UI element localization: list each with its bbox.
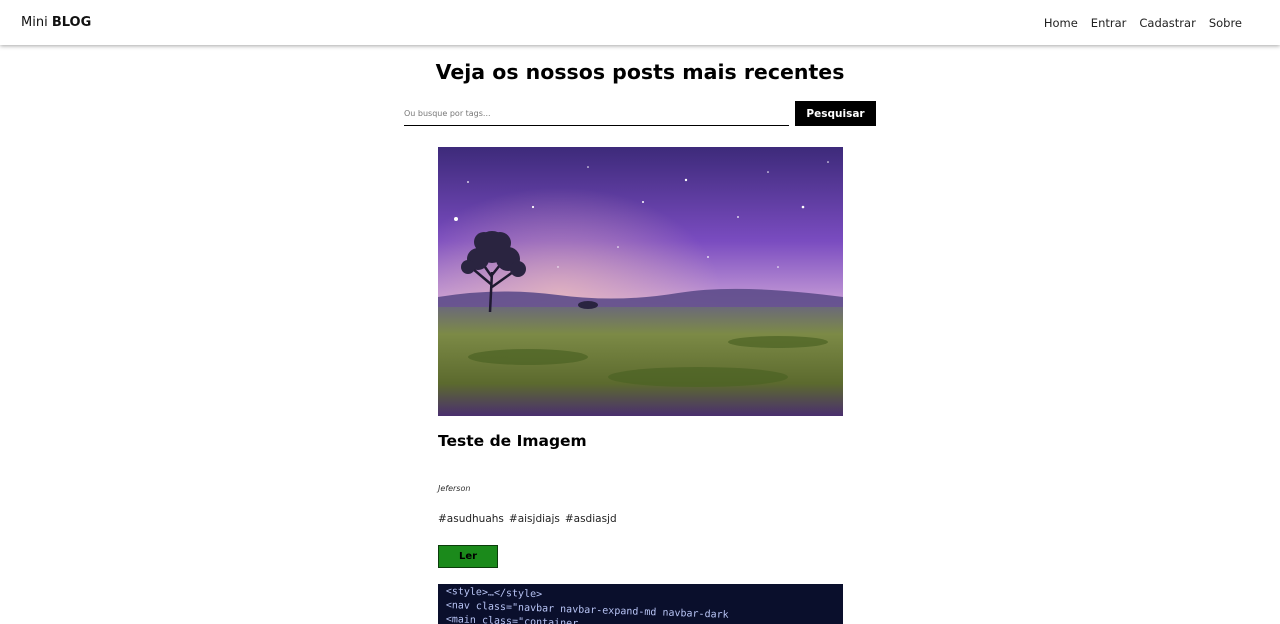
code-line: <main class="container — [445, 614, 579, 624]
post-tag[interactable]: #asudhuahs — [438, 513, 504, 525]
page-title: Veja os nossos posts mais recentes — [435, 60, 845, 84]
nav-link-entrar[interactable]: Entrar — [1091, 16, 1127, 30]
read-post-button[interactable]: Ler — [438, 545, 498, 568]
post-image — [438, 147, 843, 416]
code-line: <style>…</style> — [445, 586, 543, 601]
nav-links: Home Entrar Cadastrar Sobre — [1044, 16, 1242, 30]
tag-search-input[interactable] — [404, 102, 789, 126]
search-button[interactable]: Pesquisar — [795, 101, 876, 126]
brand-strong: BLOG — [51, 15, 92, 30]
brand-prefix: Mini — [21, 15, 48, 30]
post-tags: #asudhuahs #aisjdiajs #asdiasjd — [438, 513, 617, 525]
post-tag[interactable]: #asdiasjd — [565, 513, 617, 525]
post-author: Jeferson — [438, 484, 471, 493]
post-tag[interactable]: #aisjdiajs — [509, 513, 560, 525]
nav-link-cadastrar[interactable]: Cadastrar — [1139, 16, 1195, 30]
nav-link-sobre[interactable]: Sobre — [1209, 16, 1242, 30]
brand-logo[interactable]: Mini BLOG — [21, 15, 91, 30]
post-title[interactable]: Teste de Imagem — [438, 432, 587, 450]
nav-link-home[interactable]: Home — [1044, 16, 1078, 30]
navbar: Mini BLOG Home Entrar Cadastrar Sobre — [0, 0, 1280, 45]
post-image-2: <style>…</style> <nav class="navbar navb… — [438, 584, 843, 624]
